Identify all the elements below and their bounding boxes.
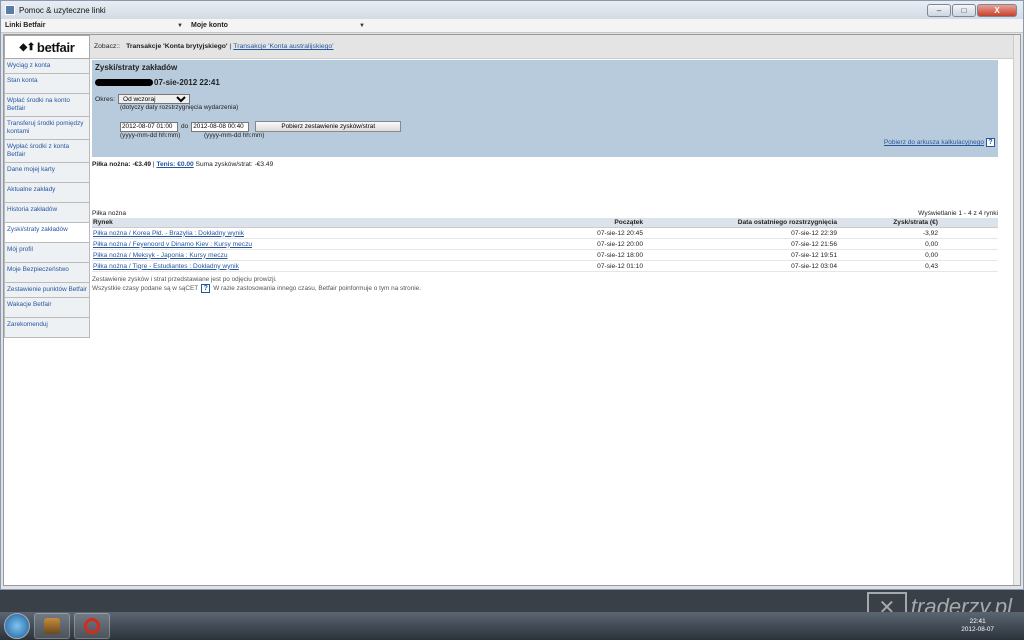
betfair-logo[interactable]: ◆⬆ betfair xyxy=(4,35,90,59)
window-title: Pomoc & uzyteczne linki xyxy=(19,5,106,15)
links-dropdown[interactable]: Linki Betfair ▼ xyxy=(1,19,187,32)
tennis-link[interactable]: Tenis: €0.00 xyxy=(156,161,193,168)
date-to-input[interactable] xyxy=(191,121,250,132)
date-from-input[interactable] xyxy=(120,121,178,132)
sidebar-item-points[interactable]: Zestawienie punktów Betfair xyxy=(4,283,90,298)
sidebar-item-card[interactable]: Dane mojej karty xyxy=(4,163,90,183)
opera-icon xyxy=(84,618,100,634)
col-start: Początek xyxy=(460,218,644,228)
breadcrumb: Zobacz:: Transakcje 'Konta brytyjskiego'… xyxy=(90,35,1020,59)
filter-panel: Zyski/straty zakładów 07-sie-2012 22:41 … xyxy=(92,60,998,157)
breadcrumb-australian-link[interactable]: Transakcje 'Konta australijskiego' xyxy=(233,43,333,50)
sidebar-item-statement[interactable]: Wyciąg z konta xyxy=(4,59,90,74)
betfair-logo-mark-icon: ◆⬆ xyxy=(19,41,35,53)
market-link[interactable]: Piłka nożna / Meksyk - Japonia : Kursy m… xyxy=(93,252,228,259)
sidebar-item-current-bets[interactable]: Aktualne zakłady xyxy=(4,183,90,203)
download-spreadsheet-link[interactable]: Pobierz do arkusza kalkulacyjnego xyxy=(884,139,984,146)
minimize-button[interactable]: – xyxy=(927,3,951,17)
table-row: Piłka nożna / Meksyk - Japonia : Kursy m… xyxy=(92,249,998,261)
chevron-down-icon: ▼ xyxy=(177,22,183,29)
app-icon xyxy=(44,618,60,634)
vertical-scrollbar[interactable] xyxy=(1013,35,1020,585)
sidebar-item-security[interactable]: Moje Bezpieczeństwo xyxy=(4,263,90,283)
table-row: Piłka nożna / Korea Płd. - Brazylia : Do… xyxy=(92,227,998,239)
sidebar-item-balance[interactable]: Stan konta xyxy=(4,74,90,94)
fetch-report-button[interactable]: Pobierz zestawienie zysków/strat xyxy=(255,121,402,132)
pagination-info: Wyświetlanie 1 - 4 z 4 rynki xyxy=(918,210,998,217)
col-settled: Data ostatniego rozstrzygnięcia xyxy=(644,218,838,228)
start-button[interactable] xyxy=(4,613,30,639)
sidebar-item-withdraw[interactable]: Wypłać środki z konta Betfair xyxy=(4,140,90,163)
taskbar-opera-icon[interactable] xyxy=(74,613,110,639)
period-row: Okres: Od wczoraj xyxy=(95,94,995,104)
report-date: 07-sie-2012 22:41 xyxy=(95,78,995,87)
table-row: Piłka nożna / Tigre - Estudiantes : Dokł… xyxy=(92,260,998,272)
markets-table: Rynek Początek Data ostatniego rozstrzyg… xyxy=(92,218,998,272)
sidebar: ◆⬆ betfair Wyciąg z konta Stan konta Wpł… xyxy=(4,35,90,338)
table-row: Piłka nożna / Feyenoord v Dinamo Kiev : … xyxy=(92,238,998,250)
markets-table-section: Piłka nożna Wyświetlanie 1 - 4 z 4 rynki… xyxy=(92,210,998,293)
main-panel: Zobacz:: Transakcje 'Konta brytyjskiego'… xyxy=(90,35,1020,585)
content-area: ◆⬆ betfair Wyciąg z konta Stan konta Wpł… xyxy=(3,34,1021,586)
help-icon[interactable]: ? xyxy=(201,284,211,293)
market-link[interactable]: Piłka nożna / Feyenoord v Dinamo Kiev : … xyxy=(93,241,252,248)
sidebar-item-profit-loss[interactable]: Zyski/straty zakładów xyxy=(4,223,90,243)
sidebar-item-holidays[interactable]: Wakacje Betfair xyxy=(4,298,90,318)
page-title: Zyski/straty zakładów xyxy=(95,63,178,72)
summary-line: Piłka nożna: -€3.49 | Tenis: €0.00 Suma … xyxy=(92,161,274,168)
date-range-row: do Pobierz zestawienie zysków/strat xyxy=(120,121,995,132)
download-row: Pobierz do arkusza kalkulacyjnego ? xyxy=(884,138,995,147)
sidebar-item-bet-history[interactable]: Historia zakładów xyxy=(4,203,90,223)
app-icon xyxy=(5,5,15,15)
market-link[interactable]: Piłka nożna / Tigre - Estudiantes : Dokł… xyxy=(93,263,239,270)
col-market: Rynek xyxy=(92,218,460,228)
maximize-button[interactable]: □ xyxy=(952,3,976,17)
help-icon[interactable]: ? xyxy=(986,138,995,147)
sidebar-item-transfer[interactable]: Transferuj środki pomiędzy kontami xyxy=(4,117,90,140)
date-format-hints: (yyyy-mm-dd hh:mm) (yyyy-mm-dd hh:mm) xyxy=(120,132,265,139)
system-clock[interactable]: 22:41 2012-08-07 xyxy=(961,618,994,634)
close-button[interactable]: X xyxy=(977,3,1017,17)
table-header-row: Rynek Początek Data ostatniego rozstrzyg… xyxy=(92,218,998,228)
app-window: Pomoc & uzyteczne linki – □ X Linki Betf… xyxy=(0,0,1024,590)
sidebar-item-deposit[interactable]: Wpłać środki na konto Betfair xyxy=(4,94,90,117)
sidebar-item-profile[interactable]: Mój profil xyxy=(4,243,90,263)
taskbar: 22:41 2012-08-07 xyxy=(0,612,1024,640)
footnotes: Zestawienie zysków i strat przedstawiane… xyxy=(92,276,421,293)
period-hint: (dotyczy daty rozstrzygnięcia wydarzenia… xyxy=(120,104,239,111)
account-dropdown[interactable]: Moje konto ▼ xyxy=(187,19,369,32)
section-label: Piłka nożna xyxy=(92,210,127,217)
taskbar-app-icon[interactable] xyxy=(34,613,70,639)
redacted-username xyxy=(95,79,153,86)
sidebar-item-recommend[interactable]: Zarekomenduj xyxy=(4,318,90,338)
chevron-down-icon: ▼ xyxy=(359,22,365,29)
title-bar: Pomoc & uzyteczne linki – □ X xyxy=(1,1,1023,19)
market-link[interactable]: Piłka nożna / Korea Płd. - Brazylia : Do… xyxy=(93,230,244,237)
period-select[interactable]: Od wczoraj xyxy=(118,94,191,104)
col-profit-loss: Zysk/strata (€) xyxy=(838,218,998,228)
breadcrumb-selected: Transakcje 'Konta brytyjskiego' xyxy=(126,43,228,50)
menu-bar: Linki Betfair ▼ Moje konto ▼ xyxy=(1,19,1023,33)
